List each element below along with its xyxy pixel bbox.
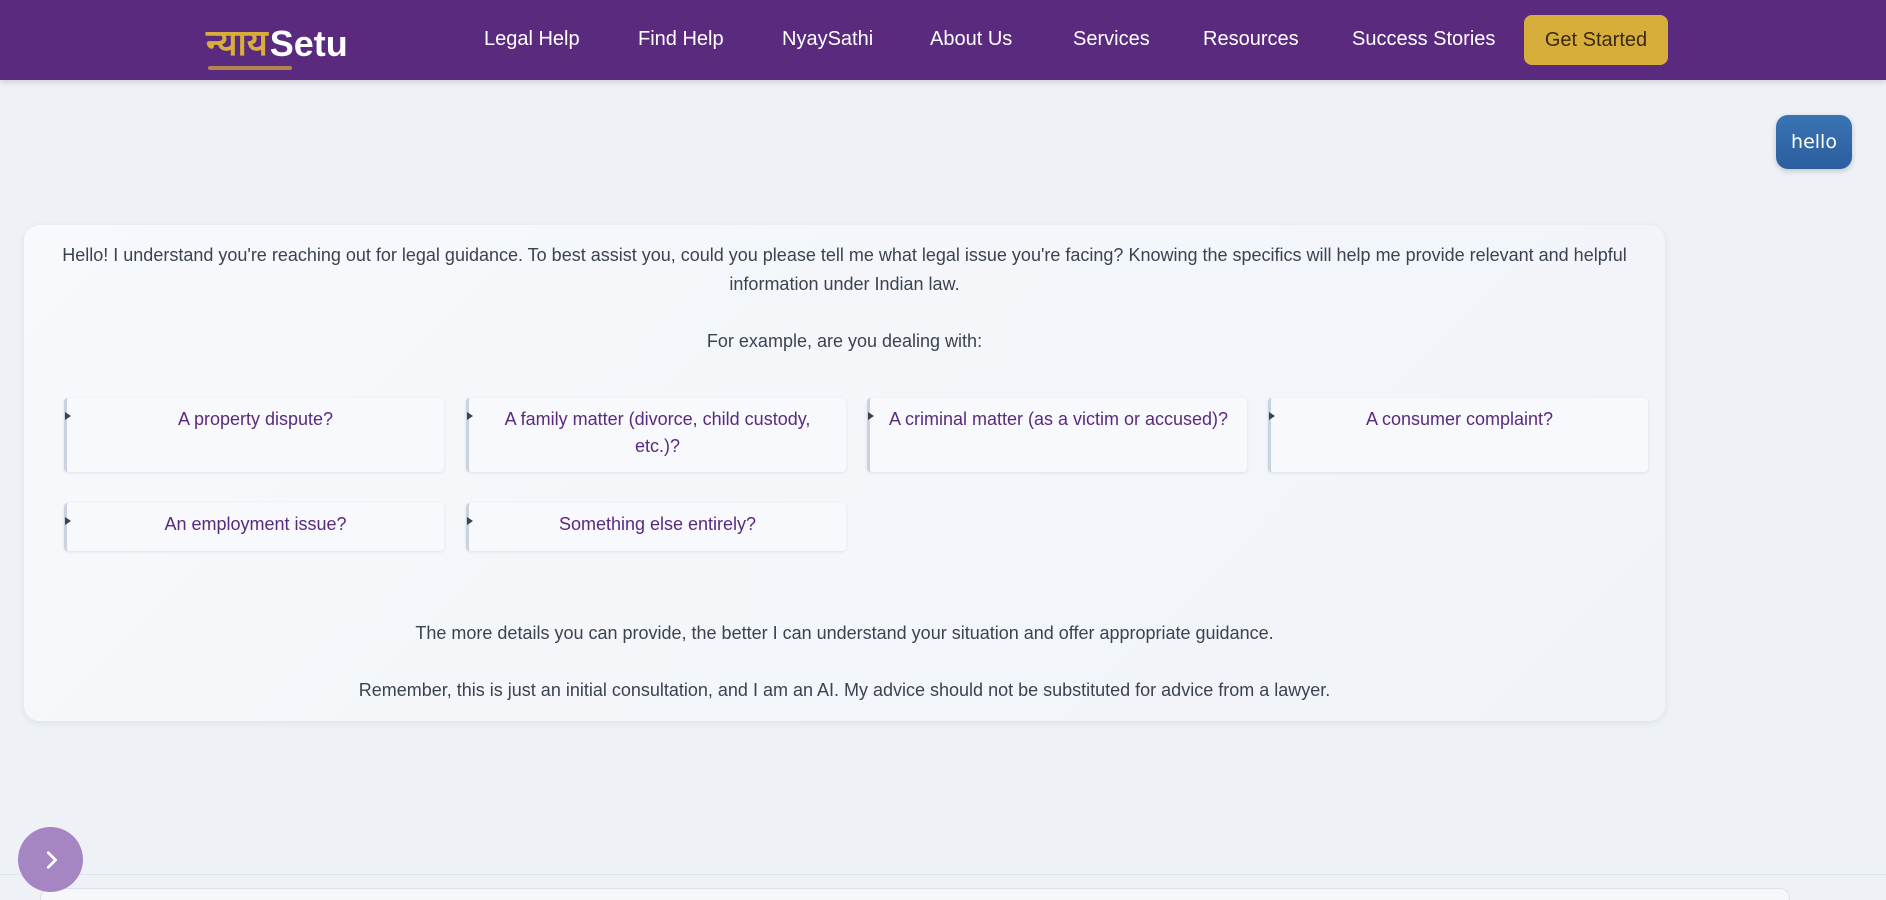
chevron-right-icon (46, 850, 57, 869)
option-label: An employment issue? (164, 514, 347, 534)
nav-legal-help[interactable]: Legal Help (484, 28, 580, 51)
option-label: A property dispute? (177, 409, 334, 429)
nav-about-us[interactable]: About Us (930, 28, 1012, 51)
chat-input[interactable] (40, 888, 1790, 900)
nav-success-stories[interactable]: Success Stories (1352, 28, 1495, 51)
bot-details-note: The more details you can provide, the be… (415, 623, 1274, 643)
bullet-triangle-icon (868, 412, 874, 420)
bullet-triangle-icon (65, 517, 71, 525)
top-navbar: न्याय Setu Legal Help Find Help NyaySath… (0, 0, 1886, 80)
bot-example-prompt: For example, are you dealing with: (706, 331, 983, 351)
bullet-triangle-icon (65, 412, 71, 420)
get-started-button[interactable]: Get Started (1524, 15, 1668, 65)
bot-disclaimer: Remember, this is just an initial consul… (358, 680, 1331, 700)
option-label: Something else entirely? (558, 514, 757, 534)
option-something-else[interactable]: Something else entirely? (466, 503, 846, 551)
nav-find-help[interactable]: Find Help (638, 28, 724, 51)
bullet-triangle-icon (467, 412, 473, 420)
option-label: A criminal matter (as a victim or accuse… (888, 409, 1229, 429)
bullet-triangle-icon (1269, 412, 1275, 420)
logo-underline (208, 66, 292, 70)
option-family-matter[interactable]: A family matter (divorce, child custody,… (466, 398, 846, 472)
sidebar-toggle-button[interactable] (18, 827, 83, 892)
bot-response-card: Hello! I understand you're reaching out … (24, 225, 1665, 721)
bullet-triangle-icon (467, 517, 473, 525)
option-label: A family matter (divorce, child custody,… (504, 409, 811, 456)
option-consumer-complaint[interactable]: A consumer complaint? (1268, 398, 1648, 472)
logo[interactable]: न्याय Setu (206, 16, 348, 70)
bot-intro-text: Hello! I understand you're reaching out … (62, 245, 1627, 294)
option-criminal-matter[interactable]: A criminal matter (as a victim or accuse… (867, 398, 1247, 472)
nav-resources[interactable]: Resources (1203, 28, 1299, 51)
nav-nyaysathi[interactable]: NyaySathi (782, 28, 873, 51)
option-property-dispute[interactable]: A property dispute? (64, 398, 444, 472)
logo-english-text: Setu (269, 23, 348, 64)
logo-hindi-text: न्याय (206, 23, 268, 64)
option-label: A consumer complaint? (1365, 409, 1554, 429)
user-message-bubble: hello (1776, 115, 1852, 169)
option-employment-issue[interactable]: An employment issue? (64, 503, 444, 551)
nav-services[interactable]: Services (1073, 28, 1150, 51)
